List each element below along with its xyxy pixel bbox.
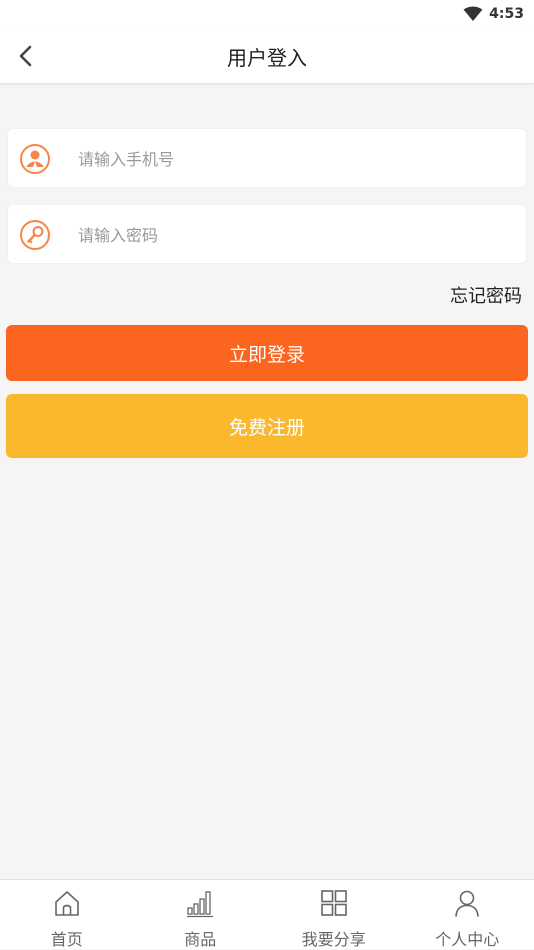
tab-label-products: 商品: [184, 926, 216, 950]
phone-field: [7, 128, 527, 188]
password-field: [7, 204, 527, 264]
tab-share[interactable]: 我要分享: [267, 880, 401, 949]
user-icon: [19, 143, 51, 175]
tab-home[interactable]: 首页: [0, 880, 134, 949]
page-title: 用户登入: [0, 42, 534, 71]
forgot-password-link[interactable]: 忘记密码: [450, 282, 522, 308]
phone-input[interactable]: [78, 141, 508, 177]
home-icon: [52, 888, 82, 918]
status-bar: 4:53: [0, 0, 534, 28]
password-input[interactable]: [78, 217, 508, 253]
grid-icon: [319, 888, 349, 918]
tab-label-home: 首页: [51, 926, 83, 950]
status-time: 4:53: [489, 6, 524, 22]
register-button[interactable]: 免费注册: [6, 394, 528, 458]
bar-chart-icon: [185, 888, 215, 918]
bottom-tab-bar: 首页 商品 我要分享: [0, 879, 534, 949]
tab-label-share: 我要分享: [302, 926, 366, 950]
tab-profile[interactable]: 个人中心: [401, 880, 534, 949]
person-icon: [452, 888, 482, 918]
nav-bar: 用户登入: [0, 28, 534, 84]
key-icon: [19, 219, 51, 251]
tab-label-profile: 个人中心: [435, 926, 499, 950]
wifi-icon: [463, 6, 483, 22]
tab-products[interactable]: 商品: [134, 880, 268, 949]
status-right: 4:53: [463, 5, 524, 23]
login-button[interactable]: 立即登录: [6, 325, 528, 381]
